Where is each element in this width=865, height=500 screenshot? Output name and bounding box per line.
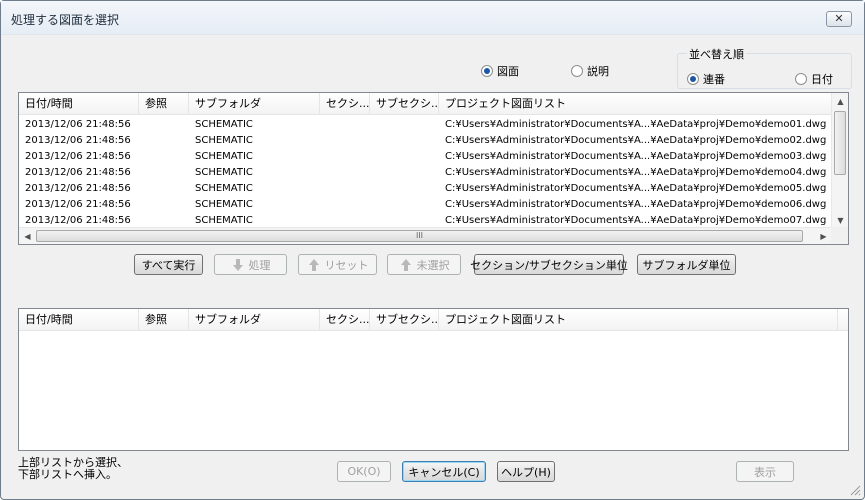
table-cell: SCHEMATIC: [195, 151, 253, 162]
bottom-col-subfolder[interactable]: サブフォルダ: [189, 309, 320, 331]
ok-label: OK(O): [347, 465, 381, 478]
table-cell: C:¥Users¥Administrator¥Documents¥A...¥Ae…: [445, 183, 827, 194]
scroll-right-arrow-icon[interactable]: ▶: [815, 228, 832, 244]
ok-button[interactable]: OK(O): [337, 461, 391, 482]
col-reference[interactable]: 参照: [139, 93, 189, 115]
reset-label: リセット: [324, 258, 369, 272]
col-subsection[interactable]: サブセクシ...: [370, 93, 439, 115]
radio-description-label: 説明: [587, 65, 609, 78]
table-cell: C:¥Users¥Administrator¥Documents¥A...¥Ae…: [445, 199, 827, 210]
arrow-up-icon: [400, 258, 411, 271]
bottom-col-section[interactable]: セクシ...: [320, 309, 370, 331]
top-list-header: 日付/時間 参照 サブフォルダ セクシ... サブセクシ... プロジェクト図面…: [19, 93, 832, 115]
table-cell: SCHEMATIC: [195, 199, 253, 210]
table-row[interactable]: 2013/12/06 21:48:56 SCHEMATIC C:¥Users¥Adm…: [19, 181, 832, 197]
table-cell: 2013/12/06 21:48:56: [25, 183, 131, 194]
table-row[interactable]: 2013/12/06 21:48:56 SCHEMATIC C:¥Users¥Adm…: [19, 117, 832, 133]
scroll-corner: [831, 227, 848, 244]
top-drawing-list[interactable]: 日付/時間 参照 サブフォルダ セクシ... サブセクシ... プロジェクト図面…: [18, 92, 849, 245]
scroll-up-arrow-icon[interactable]: ▲: [832, 93, 848, 110]
instruction-note: 上部リストから選択、 下部リストへ挿入。: [18, 457, 128, 481]
help-button[interactable]: ヘルプ(H): [497, 461, 555, 482]
show-button[interactable]: 表示: [736, 461, 794, 482]
by-subfolder-label: サブフォルダ単位: [642, 258, 731, 272]
process-button[interactable]: 処理: [214, 254, 287, 275]
table-cell: SCHEMATIC: [195, 183, 253, 194]
top-list-vscroll-thumb[interactable]: [834, 111, 846, 175]
bottom-col-drawing-list[interactable]: プロジェクト図面リスト: [439, 309, 838, 331]
resize-grip-icon[interactable]: [849, 484, 861, 496]
col-section[interactable]: セクシ...: [320, 93, 370, 115]
process-label: 処理: [248, 258, 271, 272]
table-cell: C:¥Users¥Administrator¥Documents¥A...¥Ae…: [445, 135, 827, 146]
by-section-label: セクション/サブセクション単位: [470, 258, 628, 272]
radio-drawing-dot: [481, 65, 493, 77]
top-list-hscroll-thumb[interactable]: III: [36, 230, 803, 242]
title-bar: 処理する図面を選択 ✕: [1, 1, 864, 35]
arrow-down-icon: [232, 258, 243, 271]
top-list-hscroll[interactable]: ◀ III ▶: [19, 227, 832, 244]
radio-sequence-dot: [687, 73, 699, 85]
reset-button[interactable]: リセット: [298, 254, 377, 275]
run-all-label: すべて実行: [141, 258, 196, 272]
bottom-list-header: 日付/時間 参照 サブフォルダ セクシ... サブセクシ... プロジェクト図面…: [19, 309, 848, 331]
bottom-col-subsection[interactable]: サブセクシ...: [370, 309, 439, 331]
table-cell: SCHEMATIC: [195, 119, 253, 130]
table-cell: 2013/12/06 21:48:56: [25, 135, 131, 146]
col-subfolder[interactable]: サブフォルダ: [189, 93, 320, 115]
col-drawing-list[interactable]: プロジェクト図面リスト: [439, 93, 832, 115]
unselected-label: 未選択: [416, 258, 450, 272]
table-row[interactable]: 2013/12/06 21:48:56 SCHEMATIC C:¥Users¥Adm…: [19, 197, 832, 213]
radio-date-label: 日付: [811, 73, 833, 86]
cancel-button[interactable]: キャンセル(C): [402, 461, 486, 482]
radio-drawing[interactable]: 図面: [481, 63, 519, 79]
dialog-title: 処理する図面を選択: [11, 13, 120, 27]
arrow-up-icon: [308, 258, 319, 271]
radio-date[interactable]: 日付: [795, 71, 833, 87]
instruction-line-2: 下部リストへ挿入。: [18, 468, 117, 481]
cancel-label: キャンセル(C): [408, 465, 480, 479]
radio-description[interactable]: 説明: [571, 63, 609, 79]
table-row[interactable]: 2013/12/06 21:48:56 SCHEMATIC C:¥Users¥Adm…: [19, 149, 832, 165]
table-cell: C:¥Users¥Administrator¥Documents¥A...¥Ae…: [445, 119, 827, 130]
table-cell: 2013/12/06 21:48:56: [25, 119, 131, 130]
bottom-col-datetime[interactable]: 日付/時間: [19, 309, 139, 331]
help-label: ヘルプ(H): [501, 465, 551, 479]
unselected-button[interactable]: 未選択: [387, 254, 461, 275]
table-row[interactable]: 2013/12/06 21:48:56 SCHEMATIC C:¥Users¥Adm…: [19, 165, 832, 181]
radio-description-dot: [571, 65, 583, 77]
col-datetime[interactable]: 日付/時間: [19, 93, 139, 115]
table-cell: 2013/12/06 21:48:56: [25, 167, 131, 178]
radio-sequence[interactable]: 連番: [687, 71, 725, 87]
sort-order-label: 並べ替え順: [687, 46, 746, 62]
by-section-button[interactable]: セクション/サブセクション単位: [470, 254, 628, 275]
table-cell: C:¥Users¥Administrator¥Documents¥A...¥Ae…: [445, 167, 827, 178]
table-cell: C:¥Users¥Administrator¥Documents¥A...¥Ae…: [445, 151, 827, 162]
radio-date-dot: [795, 73, 807, 85]
table-cell: 2013/12/06 21:48:56: [25, 151, 131, 162]
table-cell: SCHEMATIC: [195, 167, 253, 178]
radio-drawing-label: 図面: [497, 65, 519, 78]
top-list-vscroll[interactable]: ▲ ▼: [831, 93, 848, 229]
bottom-drawing-list[interactable]: 日付/時間 参照 サブフォルダ セクシ... サブセクシ... プロジェクト図面…: [18, 308, 849, 451]
table-cell: 2013/12/06 21:48:56: [25, 199, 131, 210]
table-row[interactable]: 2013/12/06 21:48:56 SCHEMATIC C:¥Users¥Adm…: [19, 133, 832, 149]
table-cell: SCHEMATIC: [195, 135, 253, 146]
close-button[interactable]: ✕: [826, 11, 852, 27]
by-subfolder-button[interactable]: サブフォルダ単位: [637, 254, 736, 275]
bottom-col-reference[interactable]: 参照: [139, 309, 189, 331]
select-drawings-dialog: 処理する図面を選択 ✕ 図面 説明 並べ替え順 連番 日付 日付/時間 参照 サ…: [0, 0, 865, 500]
radio-sequence-label: 連番: [703, 73, 725, 86]
show-label: 表示: [754, 465, 776, 479]
scroll-left-arrow-icon[interactable]: ◀: [19, 228, 36, 244]
run-all-button[interactable]: すべて実行: [134, 254, 203, 275]
